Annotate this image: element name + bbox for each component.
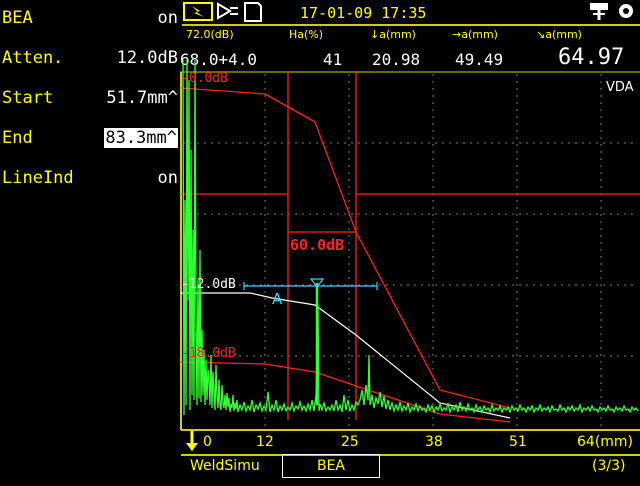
gate-a-label: A	[272, 290, 283, 308]
axis-tick-label: 51	[509, 434, 527, 450]
tab-bea[interactable]: BEA	[282, 454, 380, 478]
curve-label-low: -18.0dB	[181, 346, 236, 361]
grid	[183, 74, 638, 428]
ascan-display[interactable]: -0.0dB -12.0dB -18.0dB 60.0dB A	[0, 0, 640, 480]
down-arrow-icon	[186, 431, 198, 451]
axis-tick-label: 64(mm)	[577, 434, 634, 450]
axis-tick-label: 12	[256, 434, 274, 450]
axis-tick-label: 0	[203, 434, 212, 450]
curve-label-top: -0.0dB	[181, 71, 228, 86]
ascan-signal	[182, 59, 639, 416]
curve-lines	[180, 72, 640, 423]
curve-label-text: -0.0dB -12.0dB -18.0dB 60.0dB A	[181, 71, 344, 361]
curve-label-mid: -12.0dB	[181, 277, 236, 292]
curve-low	[180, 361, 511, 423]
curve-mode-label: VDA	[606, 80, 634, 95]
axis-tick-label: 38	[425, 434, 443, 450]
footer-mode-label: WeldSimu	[190, 458, 260, 474]
axis-tick-label: 25	[341, 434, 359, 450]
footer-page-indicator: (3/3)	[592, 458, 626, 474]
gate-db-label: 60.0dB	[290, 236, 344, 254]
